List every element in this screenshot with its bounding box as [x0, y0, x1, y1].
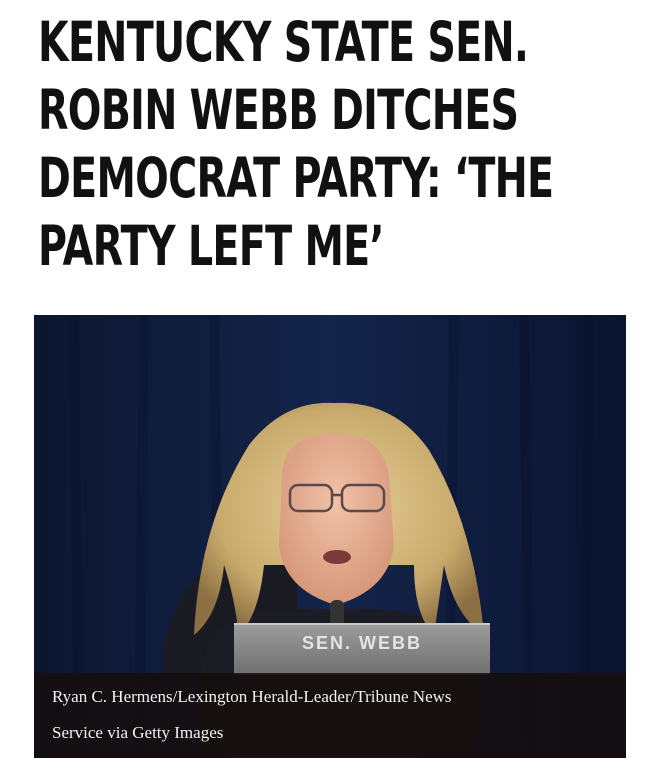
article-headline: KENTUCKY STATE SEN. ROBIN WEBB DITCHES D…: [38, 8, 554, 280]
headline-line: DEMOCRAT PARTY: ‘THE: [38, 146, 554, 210]
headline-line: KENTUCKY STATE SEN.: [38, 10, 529, 74]
photo-caption: Ryan C. Hermens/Lexington Herald-Leader/…: [34, 673, 626, 758]
caption-line: Ryan C. Hermens/Lexington Herald-Leader/…: [52, 687, 452, 706]
nameplate-label: SEN. WEBB: [301, 633, 422, 653]
headline-line: ROBIN WEBB DITCHES: [38, 78, 519, 142]
nameplate: SEN. WEBB: [234, 623, 490, 675]
headline-line: PARTY LEFT ME’: [38, 214, 384, 278]
caption-line: Service via Getty Images: [52, 723, 224, 742]
article-photo: SEN. WEBB Ryan C. Hermens/Lexington Hera…: [34, 315, 626, 758]
